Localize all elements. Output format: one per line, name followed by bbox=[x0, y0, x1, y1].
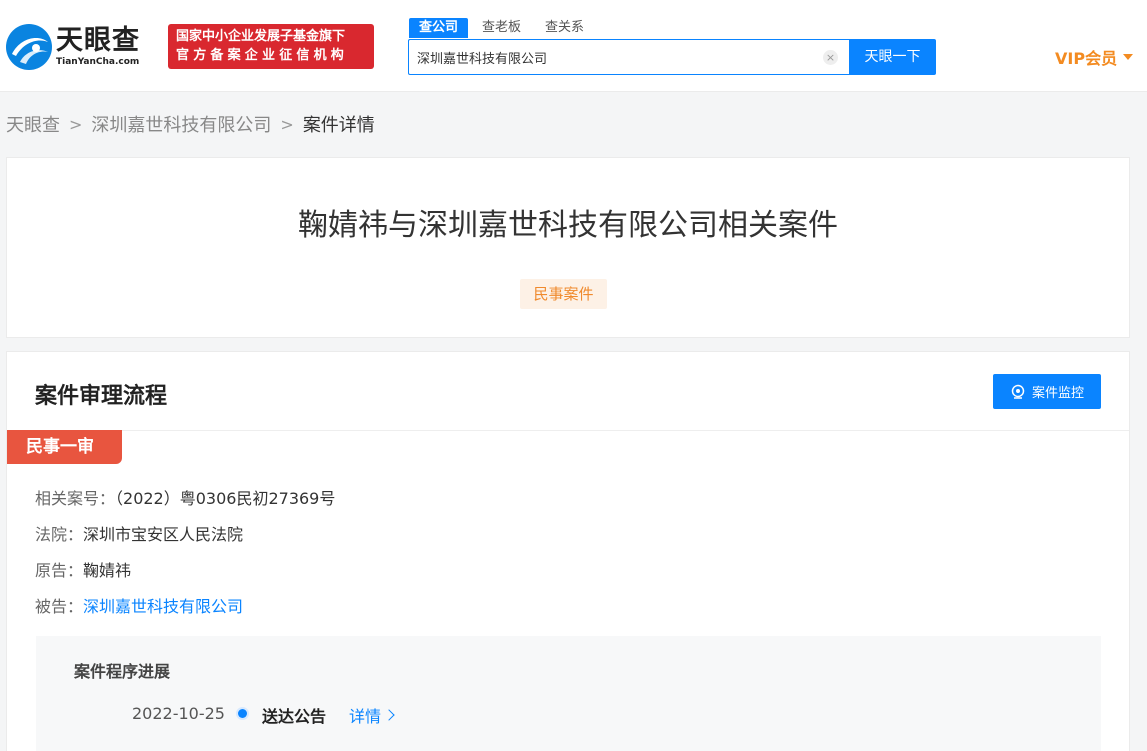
vip-label: VIP会员 bbox=[1055, 49, 1118, 68]
case-number-value: （2022）粤0306民初27369号 bbox=[115, 489, 336, 508]
tab-boss[interactable]: 查老板 bbox=[472, 18, 531, 38]
case-process-card: 案件审理流程 案件监控 民事一审 相关案号：（2022）粤0306民初27369… bbox=[6, 351, 1130, 751]
stage-ribbon: 民事一审 bbox=[7, 430, 122, 464]
logo-english: TianYanCha.com bbox=[56, 57, 140, 67]
search-box: × bbox=[408, 39, 850, 75]
logo-chinese: 天眼查 bbox=[56, 25, 140, 56]
monitor-eye-icon bbox=[1011, 384, 1025, 399]
case-number-label: 相关案号： bbox=[35, 489, 116, 508]
defendant-label: 被告： bbox=[35, 597, 84, 616]
field-case-number: 相关案号：（2022）粤0306民初27369号 bbox=[35, 485, 335, 509]
monitor-label: 案件监控 bbox=[1031, 386, 1084, 401]
divider bbox=[7, 430, 1129, 431]
plaintiff-value: 鞠婧祎 bbox=[83, 561, 132, 580]
official-badge: 国家中小企业发展子基金旗下 官方备案企业征信机构 bbox=[168, 24, 374, 69]
court-value: 深圳市宝安区人民法院 bbox=[83, 525, 244, 544]
clear-icon[interactable]: × bbox=[823, 50, 838, 65]
breadcrumb-home[interactable]: 天眼查 bbox=[6, 111, 60, 137]
plaintiff-label: 原告： bbox=[35, 561, 84, 580]
field-defendant: 被告：深圳嘉世科技有限公司 bbox=[35, 593, 243, 617]
case-monitor-button[interactable]: 案件监控 bbox=[993, 374, 1101, 409]
chevron-right-icon: > bbox=[280, 114, 294, 134]
progress-box: 案件程序进展 2022-10-25 送达公告 详情 bbox=[36, 636, 1101, 751]
search-button[interactable]: 天眼一下 bbox=[849, 39, 936, 75]
progress-date: 2022-10-25 bbox=[132, 704, 225, 723]
top-header: 天眼查 TianYanCha.com 国家中小企业发展子基金旗下 官方备案企业征… bbox=[0, 0, 1147, 92]
case-title-card: 鞠婧祎与深圳嘉世科技有限公司相关案件 民事案件 bbox=[6, 157, 1130, 338]
chevron-right-icon: > bbox=[69, 114, 83, 134]
section-title: 案件审理流程 bbox=[35, 384, 168, 409]
tianyancha-logo[interactable]: 天眼查 TianYanCha.com bbox=[6, 22, 156, 72]
caret-down-icon bbox=[1123, 54, 1134, 60]
tab-company[interactable]: 查公司 bbox=[409, 18, 469, 38]
progress-title: 案件程序进展 bbox=[74, 662, 171, 681]
progress-detail-link[interactable]: 详情 bbox=[349, 703, 395, 727]
field-court: 法院：深圳市宝安区人民法院 bbox=[35, 521, 243, 545]
search-input[interactable] bbox=[417, 40, 817, 74]
logo-text: 天眼查 TianYanCha.com bbox=[56, 26, 140, 68]
case-title: 鞠婧祎与深圳嘉世科技有限公司相关案件 bbox=[298, 208, 838, 243]
vip-member-menu[interactable]: VIP会员 bbox=[1055, 47, 1134, 68]
search-tabs: 查公司 查老板 查关系 bbox=[409, 18, 598, 38]
breadcrumb: 天眼查 > 深圳嘉世科技有限公司 > 案件详情 bbox=[6, 111, 375, 137]
court-label: 法院： bbox=[35, 525, 84, 544]
badge-line1: 国家中小企业发展子基金旗下 bbox=[176, 29, 346, 44]
chevron-right-icon bbox=[383, 709, 395, 721]
tab-relation[interactable]: 查关系 bbox=[535, 18, 594, 38]
detail-label: 详情 bbox=[349, 707, 382, 726]
timeline-dot-icon bbox=[238, 709, 247, 718]
progress-event: 送达公告 bbox=[262, 707, 327, 726]
defendant-link[interactable]: 深圳嘉世科技有限公司 bbox=[83, 597, 243, 616]
breadcrumb-company[interactable]: 深圳嘉世科技有限公司 bbox=[91, 111, 271, 137]
badge-line2: 官方备案企业征信机构 bbox=[176, 48, 349, 63]
breadcrumb-current: 案件详情 bbox=[302, 115, 375, 136]
field-plaintiff: 原告：鞠婧祎 bbox=[35, 557, 131, 581]
case-type-tag: 民事案件 bbox=[520, 279, 607, 309]
eye-logo-icon bbox=[6, 24, 52, 70]
